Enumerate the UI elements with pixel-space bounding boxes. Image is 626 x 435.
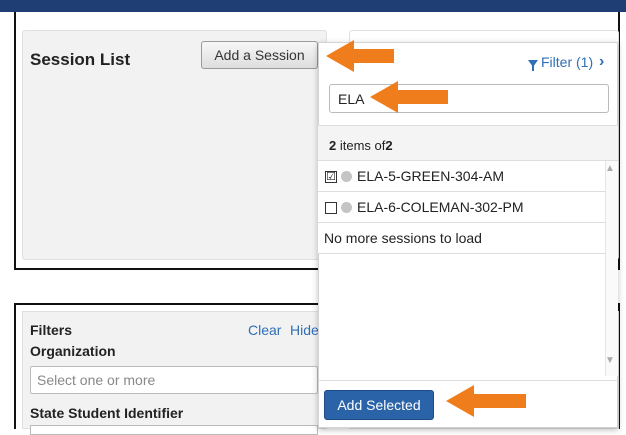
- session-name: ELA-5-GREEN-304-AM: [357, 168, 505, 184]
- top-header-bar: [0, 0, 626, 12]
- session-name: ELA-6-COLEMAN-302-PM: [357, 199, 524, 215]
- chevron-right-icon[interactable]: ›: [599, 53, 604, 71]
- state-student-identifier-label: State Student Identifier: [30, 405, 184, 421]
- no-more-sessions-text: No more sessions to load: [324, 230, 482, 246]
- annotation-arrow-icon: [326, 40, 396, 72]
- funnel-icon: [528, 59, 538, 71]
- filter-label: Filter (1): [541, 54, 594, 70]
- organization-label: Organization: [30, 343, 116, 359]
- session-result-list: ☑ ELA-5-GREEN-304-AM ELA-6-COLEMAN-302-P…: [318, 161, 605, 381]
- session-list-title: Session List: [30, 50, 131, 69]
- list-scrollbar[interactable]: [605, 161, 618, 376]
- add-session-button[interactable]: Add a Session: [201, 41, 318, 69]
- checkbox[interactable]: ☑: [325, 171, 337, 183]
- result-count: 2 items of2: [329, 138, 393, 153]
- status-dot-icon: [341, 202, 352, 213]
- checkbox[interactable]: [325, 202, 337, 214]
- scroll-down-icon[interactable]: ▼: [605, 355, 615, 366]
- annotation-arrow-icon: [446, 385, 528, 417]
- organization-select[interactable]: Select one or more: [30, 366, 318, 394]
- annotation-arrow-icon: [370, 81, 450, 113]
- list-item[interactable]: ELA-6-COLEMAN-302-PM: [318, 192, 605, 223]
- add-selected-button[interactable]: Add Selected: [324, 390, 434, 420]
- state-student-identifier-input[interactable]: [30, 425, 318, 435]
- hide-filters-link[interactable]: Hide: [290, 322, 319, 338]
- filter-toggle[interactable]: Filter (1): [528, 54, 594, 71]
- status-dot-icon: [341, 171, 352, 182]
- filters-title: Filters: [30, 322, 73, 338]
- no-more-sessions-row: No more sessions to load: [318, 223, 605, 254]
- clear-filters-link[interactable]: Clear: [248, 322, 281, 338]
- scroll-up-icon[interactable]: ▲: [605, 163, 615, 174]
- popover-footer-divider: [318, 380, 618, 381]
- list-item[interactable]: ☑ ELA-5-GREEN-304-AM: [318, 161, 605, 192]
